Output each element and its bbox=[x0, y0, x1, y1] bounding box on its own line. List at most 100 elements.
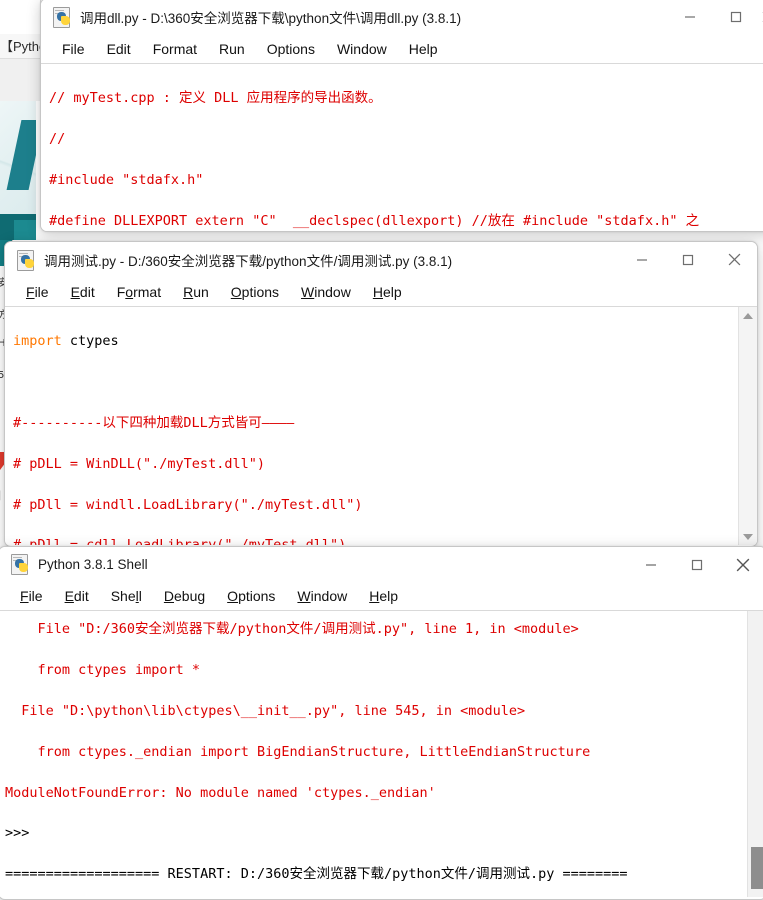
restart-text: =================== RESTART: D:/360安全浏览器… bbox=[5, 866, 628, 883]
menu-file[interactable]: File bbox=[9, 586, 54, 606]
menu-label-rest: dit bbox=[79, 283, 95, 300]
menu-shell[interactable]: Shell bbox=[100, 586, 153, 606]
menu-help[interactable]: Help bbox=[398, 39, 449, 59]
menu-label-rest: indow bbox=[310, 587, 348, 604]
code-line: #include "stdafx.h" bbox=[49, 170, 763, 190]
editor-diaoyong-dll[interactable]: // myTest.cpp : 定义 DLL 应用程序的导出函数。 // #in… bbox=[41, 63, 763, 231]
scroll-up-arrow-icon[interactable] bbox=[739, 307, 757, 324]
python-file-icon bbox=[10, 554, 30, 575]
menu-label-rest: ile bbox=[34, 283, 49, 300]
menu-window[interactable]: Window bbox=[286, 586, 358, 606]
code-keyword: import bbox=[13, 333, 62, 350]
menu-label: Help bbox=[408, 40, 438, 57]
close-icon[interactable] bbox=[711, 242, 757, 277]
menu-label-rest: indow bbox=[314, 283, 351, 300]
menu-label-rest: rmat bbox=[133, 283, 162, 300]
minimize-icon[interactable] bbox=[667, 0, 713, 34]
menubar-diaoyong-ceshi[interactable]: File Edit Format Run Options Window Help bbox=[5, 277, 757, 306]
menu-help[interactable]: Help bbox=[362, 282, 413, 302]
shell-vertical-scrollbar[interactable] bbox=[747, 611, 763, 897]
code-line: import ctypes bbox=[13, 331, 757, 351]
menu-label: File bbox=[62, 40, 85, 57]
code-line: #----------以下四种加载DLL方式皆可———— bbox=[13, 413, 757, 433]
menu-window[interactable]: Window bbox=[290, 282, 362, 302]
close-icon[interactable] bbox=[759, 0, 763, 34]
scroll-down-arrow-icon[interactable] bbox=[739, 528, 757, 545]
caption-buttons bbox=[619, 242, 757, 277]
editor-diaoyong-ceshi[interactable]: import ctypes #----------以下四种加载DLL方式皆可——… bbox=[5, 306, 757, 545]
desktop-wallpaper bbox=[0, 100, 36, 240]
caption-buttons bbox=[628, 547, 763, 582]
menu-run[interactable]: Run bbox=[172, 282, 220, 302]
editor-vertical-scrollbar[interactable] bbox=[738, 307, 757, 545]
menu-run[interactable]: Run bbox=[208, 39, 256, 59]
shell-line-text: File "D:/360安全浏览器下载/python文件/调用测试.py", l… bbox=[5, 621, 579, 638]
menu-options[interactable]: Options bbox=[216, 586, 286, 606]
shell-line: from ctypes import * bbox=[5, 660, 763, 680]
shell-line: File "D:\python\lib\ctypes\__init__.py",… bbox=[5, 701, 763, 721]
menu-label-rest: dit bbox=[73, 587, 89, 604]
code-area[interactable]: // myTest.cpp : 定义 DLL 应用程序的导出函数。 // #in… bbox=[41, 64, 763, 231]
menu-format[interactable]: Format bbox=[106, 282, 172, 302]
window-title: 调用dll.py - D:\360安全浏览器下载\python文件\调用dll.… bbox=[80, 10, 462, 26]
code-comment: // myTest.cpp : 定义 DLL 应用程序的导出函数。 bbox=[49, 90, 382, 107]
menu-edit[interactable]: Edit bbox=[54, 586, 100, 606]
menu-help[interactable]: Help bbox=[358, 586, 409, 606]
window-diaoyong-dll[interactable]: 调用dll.py - D:\360安全浏览器下载\python文件\调用dll.… bbox=[40, 0, 763, 232]
titlebar-python-shell[interactable]: Python 3.8.1 Shell bbox=[0, 547, 763, 581]
titlebar-diaoyong-ceshi[interactable]: 调用测试.py - D:/360安全浏览器下载/python文件/调用测试.py… bbox=[5, 242, 757, 277]
shell-line-text: File "D:\python\lib\ctypes\__init__.py",… bbox=[5, 703, 526, 720]
code-line: #define DLLEXPORT extern "C" __declspec(… bbox=[49, 211, 763, 231]
shell-prompt: >>> bbox=[5, 823, 763, 843]
maximize-icon[interactable] bbox=[713, 0, 759, 34]
menu-label: Format bbox=[152, 40, 198, 57]
menu-edit[interactable]: Edit bbox=[96, 39, 142, 59]
menu-label: Options bbox=[266, 40, 315, 57]
menu-format[interactable]: Format bbox=[142, 39, 208, 59]
code-comment: # pDll = cdll.LoadLibrary("./myTest.dll"… bbox=[13, 537, 346, 545]
menu-edit[interactable]: Edit bbox=[60, 282, 106, 302]
menu-file[interactable]: File bbox=[51, 39, 96, 59]
menu-file[interactable]: File bbox=[15, 282, 60, 302]
menu-label-rest: ptions bbox=[241, 283, 280, 300]
code-line: # pDll = windll.LoadLibrary("./myTest.dl… bbox=[13, 495, 757, 515]
code-trailing-comment: //放在 #include "stdafx.h" 之 bbox=[471, 212, 700, 229]
maximize-icon[interactable] bbox=[674, 547, 720, 582]
background-window-body bbox=[0, 58, 40, 101]
shell-line-text: ModuleNotFoundError: No module named 'ct… bbox=[5, 784, 436, 801]
code-comment: // bbox=[49, 131, 66, 148]
menu-label-rest: elp bbox=[382, 283, 402, 300]
background-window-partial[interactable]: 【Pytho bbox=[0, 0, 46, 101]
code-comment: # pDLL = WinDLL("./myTest.dll") bbox=[13, 455, 265, 472]
shell-line: ModuleNotFoundError: No module named 'ct… bbox=[5, 783, 763, 803]
scrollbar-thumb[interactable] bbox=[751, 847, 763, 889]
menubar-diaoyong-dll[interactable]: File Edit Format Run Options Window Help bbox=[41, 34, 763, 63]
code-comment: #----------以下四种加载DLL方式皆可———— bbox=[13, 415, 295, 432]
window-diaoyong-ceshi[interactable]: 调用测试.py - D:/360安全浏览器下载/python文件/调用测试.py… bbox=[4, 241, 758, 547]
minimize-icon[interactable] bbox=[628, 547, 674, 582]
menu-options[interactable]: Options bbox=[256, 39, 326, 59]
close-icon[interactable] bbox=[720, 547, 763, 582]
shell-text[interactable]: File "D:/360安全浏览器下载/python文件/调用测试.py", l… bbox=[0, 611, 763, 897]
menu-options[interactable]: Options bbox=[220, 282, 290, 302]
code-comment: # pDll = windll.LoadLibrary("./myTest.dl… bbox=[13, 496, 363, 513]
menu-label-rest: un bbox=[193, 283, 209, 300]
window-title: 调用测试.py - D:/360安全浏览器下载/python文件/调用测试.py… bbox=[44, 253, 453, 269]
background-window-titlebar bbox=[0, 0, 40, 34]
python-file-icon bbox=[16, 249, 36, 271]
code-area[interactable]: import ctypes #----------以下四种加载DLL方式皆可——… bbox=[5, 307, 757, 545]
menu-label-rest: ile bbox=[28, 587, 43, 604]
maximize-icon[interactable] bbox=[665, 242, 711, 277]
code-define: #define DLLEXPORT extern "C" __declspec(… bbox=[49, 212, 472, 229]
menubar-python-shell[interactable]: File Edit Shell Debug Options Window Hel… bbox=[0, 581, 763, 610]
window-python-shell[interactable]: Python 3.8.1 Shell File Edit Shell Debug… bbox=[0, 546, 763, 900]
shell-output-area[interactable]: File "D:/360安全浏览器下载/python文件/调用测试.py", l… bbox=[0, 610, 763, 897]
shell-line-text: from ctypes._endian import BigEndianStru… bbox=[5, 743, 591, 760]
minimize-icon[interactable] bbox=[619, 242, 665, 277]
code-include: #include "stdafx.h" bbox=[49, 172, 204, 189]
code-line: // myTest.cpp : 定义 DLL 应用程序的导出函数。 bbox=[49, 88, 763, 108]
titlebar-diaoyong-dll[interactable]: 调用dll.py - D:\360安全浏览器下载\python文件\调用dll.… bbox=[41, 0, 763, 34]
menu-debug[interactable]: Debug bbox=[153, 586, 216, 606]
menu-window[interactable]: Window bbox=[326, 39, 398, 59]
